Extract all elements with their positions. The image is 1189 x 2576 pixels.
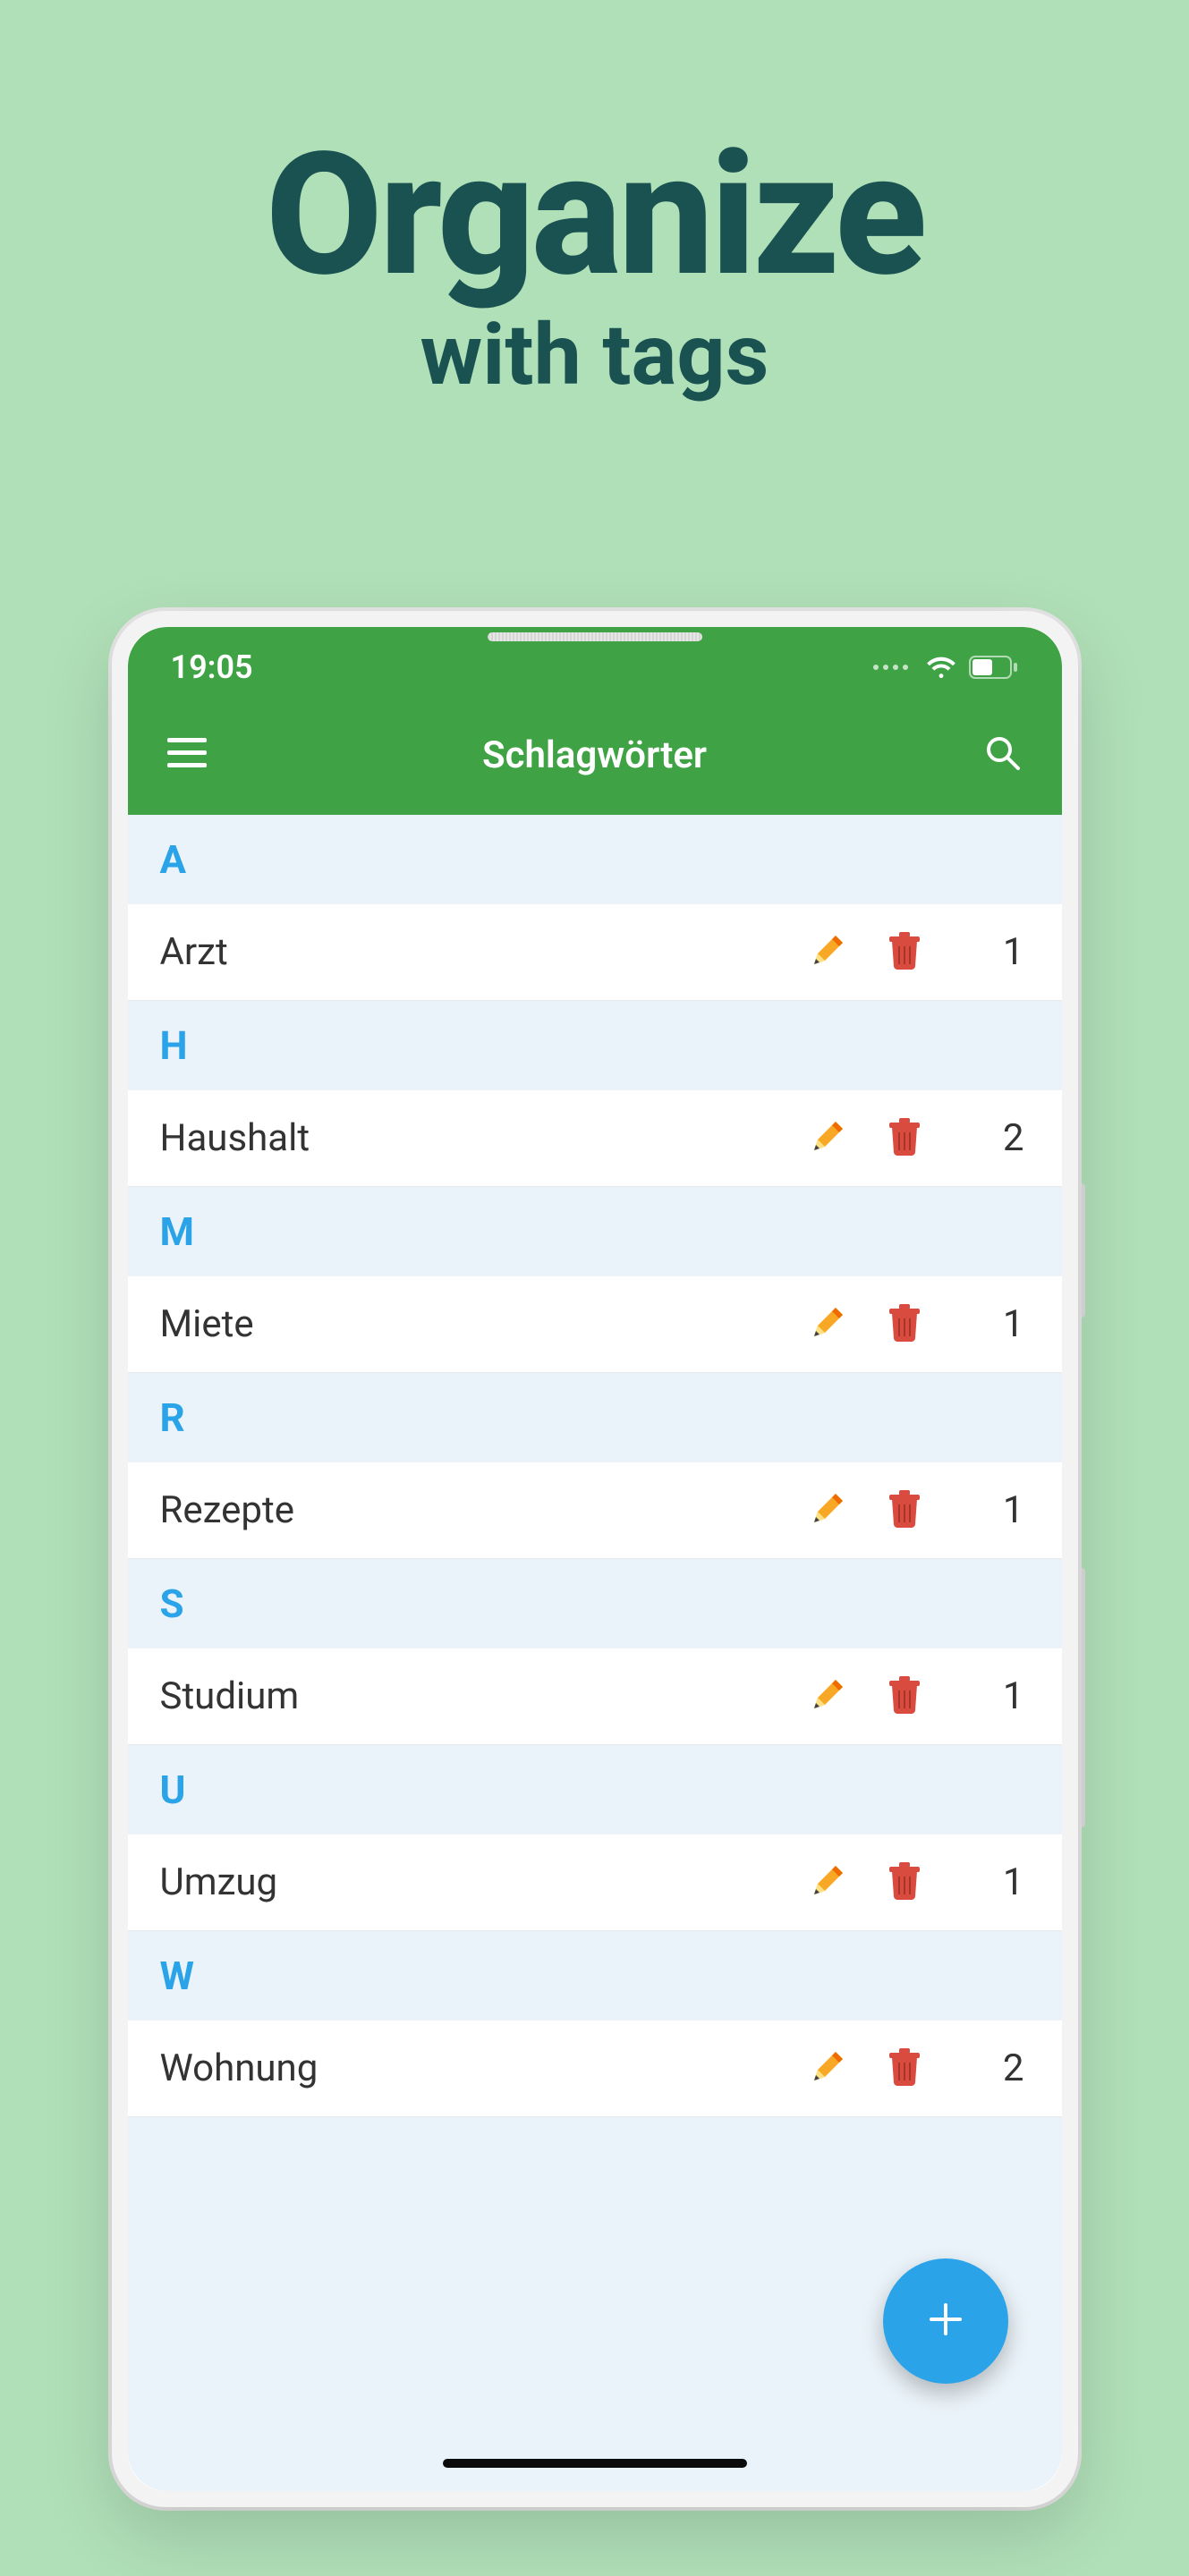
tag-label: Umzug <box>160 1860 801 1904</box>
edit-button[interactable] <box>801 932 854 973</box>
search-button[interactable] <box>980 732 1026 778</box>
trash-icon <box>888 2048 921 2089</box>
edit-button[interactable] <box>801 1118 854 1159</box>
delete-button[interactable] <box>878 2048 931 2089</box>
tag-row[interactable]: Miete 1 <box>128 1276 1062 1373</box>
menu-button[interactable] <box>164 732 210 778</box>
tag-row[interactable]: Rezepte 1 <box>128 1462 1062 1559</box>
edit-button[interactable] <box>801 1676 854 1717</box>
add-tag-button[interactable] <box>883 2258 1008 2384</box>
tag-count: 1 <box>931 1302 1030 1346</box>
battery-icon <box>969 656 1019 679</box>
tag-row[interactable]: Studium 1 <box>128 1648 1062 1745</box>
section-header: M <box>128 1187 1062 1276</box>
delete-button[interactable] <box>878 1304 931 1345</box>
section-header: R <box>128 1373 1062 1462</box>
tag-row[interactable]: Arzt 1 <box>128 904 1062 1001</box>
section-header: A <box>128 815 1062 904</box>
delete-button[interactable] <box>878 1490 931 1531</box>
pencil-icon <box>809 2048 846 2089</box>
tag-label: Arzt <box>160 930 801 974</box>
pencil-icon <box>809 1304 846 1345</box>
trash-icon <box>888 1862 921 1903</box>
plus-icon <box>924 2298 967 2344</box>
home-indicator[interactable] <box>443 2459 747 2468</box>
tag-row[interactable]: Umzug 1 <box>128 1835 1062 1931</box>
hero-subtitle: with tags <box>266 306 923 405</box>
pencil-icon <box>809 1862 846 1903</box>
hero-banner: Organize with tags <box>266 116 923 405</box>
search-icon <box>984 734 1022 775</box>
section-header: U <box>128 1745 1062 1835</box>
section-header: S <box>128 1559 1062 1648</box>
trash-icon <box>888 1304 921 1345</box>
phone-frame: 19:05 Schlagwörter <box>112 611 1078 2507</box>
tag-label: Wohnung <box>160 2046 801 2090</box>
tag-count: 2 <box>931 1116 1030 1160</box>
tag-label: Rezepte <box>160 1488 801 1532</box>
trash-icon <box>888 1490 921 1531</box>
status-time: 19:05 <box>171 648 253 686</box>
phone-speaker <box>488 632 702 641</box>
tag-count: 1 <box>931 930 1030 974</box>
app-bar: Schlagwörter <box>128 708 1062 815</box>
tag-list[interactable]: AArzt1HHaushalt2MMiete1RRezepte1SStudium… <box>128 815 1062 2491</box>
trash-icon <box>888 1676 921 1717</box>
tag-count: 1 <box>931 1674 1030 1718</box>
section-header: H <box>128 1001 1062 1090</box>
delete-button[interactable] <box>878 1118 931 1159</box>
cellular-dots-icon <box>873 665 908 670</box>
tag-count: 1 <box>931 1860 1030 1904</box>
tag-label: Haushalt <box>160 1116 801 1160</box>
edit-button[interactable] <box>801 1304 854 1345</box>
delete-button[interactable] <box>878 932 931 973</box>
pencil-icon <box>809 1118 846 1159</box>
edit-button[interactable] <box>801 1490 854 1531</box>
delete-button[interactable] <box>878 1862 931 1903</box>
app-screen: 19:05 Schlagwörter <box>128 627 1062 2491</box>
hamburger-icon <box>167 738 207 772</box>
tag-row[interactable]: Haushalt 2 <box>128 1090 1062 1187</box>
tag-label: Miete <box>160 1302 801 1346</box>
section-header: W <box>128 1931 1062 2021</box>
tag-count: 2 <box>931 2046 1030 2090</box>
delete-button[interactable] <box>878 1676 931 1717</box>
tag-label: Studium <box>160 1674 801 1718</box>
tag-count: 1 <box>931 1488 1030 1532</box>
pencil-icon <box>809 1490 846 1531</box>
edit-button[interactable] <box>801 2048 854 2089</box>
hero-title: Organize <box>266 116 923 315</box>
trash-icon <box>888 1118 921 1159</box>
trash-icon <box>888 932 921 973</box>
edit-button[interactable] <box>801 1862 854 1903</box>
tag-row[interactable]: Wohnung 2 <box>128 2021 1062 2117</box>
wifi-icon <box>926 656 956 679</box>
pencil-icon <box>809 1676 846 1717</box>
pencil-icon <box>809 932 846 973</box>
page-title: Schlagwörter <box>210 733 980 777</box>
